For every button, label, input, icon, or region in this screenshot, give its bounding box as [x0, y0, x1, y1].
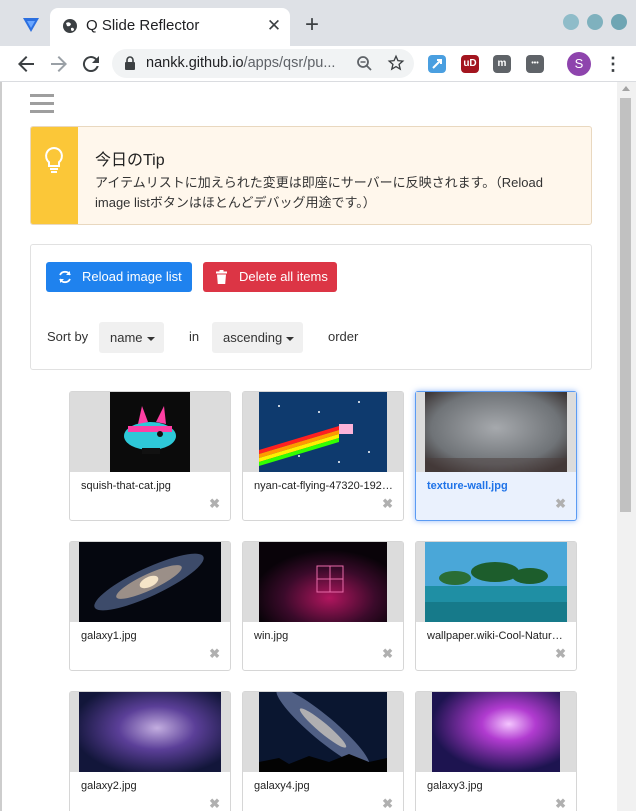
galaxy-thumbnail-image	[79, 692, 221, 772]
image-item-card[interactable]: galaxy4.jpg ✖	[242, 691, 404, 811]
in-label: in	[189, 329, 200, 344]
tip-title: 今日のTip	[95, 152, 165, 169]
window-maximize-dot[interactable]	[587, 14, 603, 30]
delete-button-label: Delete all items	[239, 269, 328, 284]
thumbnail	[243, 692, 403, 772]
sort-field-value: name	[110, 330, 143, 345]
item-filename: nyan-cat-flying-47320-1920x1080.jpg	[254, 480, 394, 492]
windows-thumbnail-image	[259, 542, 387, 622]
thumbnail	[70, 692, 230, 772]
lock-icon[interactable]	[124, 56, 136, 70]
window-minimize-dot[interactable]	[563, 14, 579, 30]
tip-box: 今日のTip アイテムリストに加えられた変更は即座にサーバーに反映されます。（R…	[30, 126, 592, 225]
cat-thumbnail-image	[110, 392, 190, 472]
item-filename: galaxy4.jpg	[254, 780, 310, 792]
sync-icon	[59, 270, 71, 284]
zoom-icon[interactable]	[356, 55, 373, 72]
page-scrollbar[interactable]	[617, 82, 636, 811]
reload-icon[interactable]	[79, 52, 103, 76]
caret-down-icon	[146, 336, 155, 341]
thumbnail	[416, 542, 576, 622]
page-viewport: 今日のTip アイテムリストに加えられた変更は即座にサーバーに反映されます。（R…	[0, 82, 636, 811]
reload-button-label: Reload image list	[82, 269, 182, 284]
thumbnail	[416, 692, 576, 772]
reload-image-list-button[interactable]: Reload image list	[46, 262, 192, 292]
sort-by-label: Sort by	[47, 329, 89, 344]
thumbnail	[243, 542, 403, 622]
sort-order-value: ascending	[223, 330, 283, 345]
thumbnail	[70, 542, 230, 622]
tab-title: Q Slide Reflector	[86, 17, 200, 34]
item-filename: squish-that-cat.jpg	[81, 480, 171, 492]
m-extension-icon[interactable]: m	[493, 55, 511, 73]
image-item-card[interactable]: galaxy2.jpg ✖	[69, 691, 231, 811]
order-label: order	[328, 329, 359, 344]
nyan-cat-thumbnail-image	[259, 392, 387, 472]
image-item-card[interactable]: galaxy1.jpg ✖	[69, 541, 231, 671]
tab-close-icon[interactable]: ✕	[264, 16, 284, 36]
image-item-card[interactable]: wallpaper.wiki-Cool-Nature-Wallpaper.jpg…	[415, 541, 577, 671]
delete-item-icon[interactable]: ✖	[555, 646, 566, 662]
caret-down-icon	[286, 336, 295, 341]
hamburger-menu-icon[interactable]	[30, 94, 54, 114]
item-filename: wallpaper.wiki-Cool-Nature-Wallpaper.jpg	[427, 630, 567, 642]
window-close-dot[interactable]	[611, 14, 627, 30]
tab-strip: Q Slide Reflector ✕ +	[0, 0, 636, 46]
ext-blue-icon[interactable]	[428, 55, 446, 73]
nature-thumbnail-image	[425, 542, 567, 622]
controls-panel: Reload image list Delete all items Sort …	[30, 244, 592, 370]
milky-way-thumbnail-image	[259, 692, 387, 772]
thumbnail	[416, 392, 576, 472]
sort-order-select[interactable]: ascending	[212, 322, 303, 353]
browser-menu-icon[interactable]: ⋮	[604, 53, 622, 75]
profile-avatar[interactable]: S	[567, 52, 591, 76]
sort-field-select[interactable]: name	[99, 322, 164, 353]
tip-body: アイテムリストに加えられた変更は即座にサーバーに反映されます。（Reload i…	[95, 175, 543, 210]
forward-arrow-icon[interactable]	[47, 52, 71, 76]
address-bar[interactable]: nankk.github.io/apps/qsr/pu...	[112, 49, 414, 78]
delete-item-icon[interactable]: ✖	[382, 646, 393, 662]
line-extension-icon[interactable]: •••	[526, 55, 544, 73]
app-logo-icon	[23, 18, 39, 32]
scroll-up-arrow-icon[interactable]	[622, 86, 630, 91]
image-item-card[interactable]: galaxy3.jpg ✖	[415, 691, 577, 811]
trash-icon	[216, 270, 227, 284]
item-filename: texture-wall.jpg	[427, 480, 508, 492]
back-arrow-icon[interactable]	[14, 52, 38, 76]
new-tab-button[interactable]: +	[300, 13, 324, 38]
delete-item-icon[interactable]: ✖	[382, 796, 393, 811]
tab-active[interactable]: Q Slide Reflector ✕	[50, 8, 290, 46]
galaxy-thumbnail-image	[79, 542, 221, 622]
thumbnail	[70, 392, 230, 472]
item-filename: galaxy3.jpg	[427, 780, 483, 792]
texture-wall-thumbnail-image	[425, 392, 567, 472]
image-item-card-selected[interactable]: texture-wall.jpg ✖	[415, 391, 577, 521]
thumbnail	[243, 392, 403, 472]
url-host: nankk.github.io	[146, 55, 244, 71]
item-filename: win.jpg	[254, 630, 289, 642]
delete-item-icon[interactable]: ✖	[555, 496, 566, 512]
item-filename: galaxy2.jpg	[81, 780, 137, 792]
delete-item-icon[interactable]: ✖	[555, 796, 566, 811]
tip-sidebar	[31, 127, 78, 224]
image-item-card[interactable]: squish-that-cat.jpg ✖	[69, 391, 231, 521]
bookmark-star-icon[interactable]	[387, 54, 405, 72]
url-text[interactable]: nankk.github.io/apps/qsr/pu...	[146, 55, 335, 71]
url-path: /apps/qsr/pu...	[243, 55, 336, 71]
image-item-card[interactable]: win.jpg ✖	[242, 541, 404, 671]
lightbulb-icon	[45, 146, 63, 173]
delete-item-icon[interactable]: ✖	[209, 496, 220, 512]
globe-icon	[63, 19, 77, 33]
delete-item-icon[interactable]: ✖	[209, 796, 220, 811]
item-filename: galaxy1.jpg	[81, 630, 137, 642]
scroll-thumb[interactable]	[620, 98, 631, 512]
browser-toolbar: nankk.github.io/apps/qsr/pu... uD m ••• …	[0, 46, 636, 82]
delete-item-icon[interactable]: ✖	[209, 646, 220, 662]
delete-all-items-button[interactable]: Delete all items	[203, 262, 337, 292]
galaxy-thumbnail-image	[432, 692, 560, 772]
ublock-icon[interactable]: uD	[461, 55, 479, 73]
image-item-card[interactable]: nyan-cat-flying-47320-1920x1080.jpg ✖	[242, 391, 404, 521]
delete-item-icon[interactable]: ✖	[382, 496, 393, 512]
